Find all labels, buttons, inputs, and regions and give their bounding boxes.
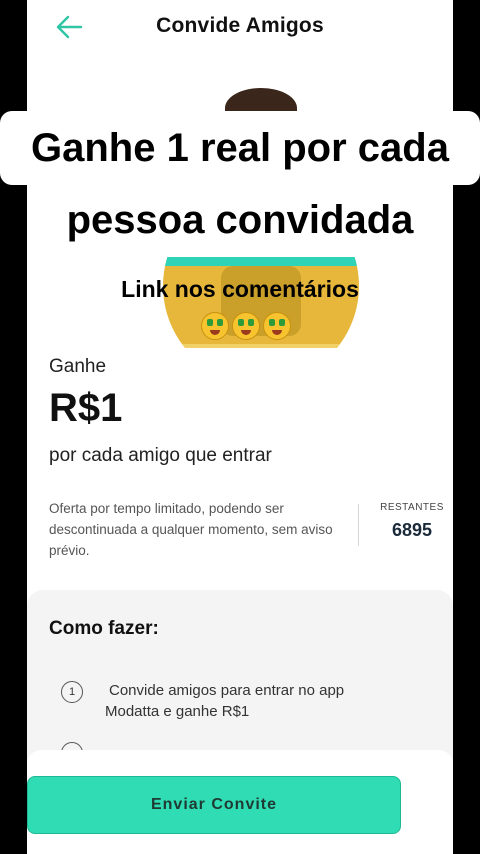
caption-line-1: Ganhe 1 real por cada	[0, 111, 480, 185]
remaining-value: 6895	[391, 520, 433, 540]
link-caption: Link nos comentários	[121, 276, 359, 302]
caption-line-2: pessoa convidada	[28, 187, 452, 257]
offer-note: Oferta por tempo limitado, podendo ser d…	[49, 501, 333, 558]
emoji-row	[201, 312, 291, 340]
how-title: Como fazer:	[49, 618, 159, 639]
offer-ganhe: Ganhe	[49, 356, 107, 377]
divider	[358, 504, 359, 546]
money-mouth-face-icon	[263, 312, 291, 340]
step-number: 1	[61, 681, 83, 703]
app-bar: Convide Amigos	[27, 0, 453, 56]
step-text: Convide amigos para entrar no app Modatt…	[105, 682, 345, 720]
remaining-label: RESTANTES	[380, 502, 444, 513]
offer-per: por cada amigo que entrar	[49, 445, 272, 466]
money-mouth-face-icon	[232, 312, 260, 340]
send-invite-button[interactable]: Enviar Convite	[27, 776, 401, 834]
offer-block: Ganhe R$1 por cada amigo que entrar	[49, 356, 429, 467]
offer-amount: R$1	[49, 386, 123, 430]
page-title: Convide Amigos	[156, 14, 324, 37]
money-mouth-face-icon	[201, 312, 229, 340]
